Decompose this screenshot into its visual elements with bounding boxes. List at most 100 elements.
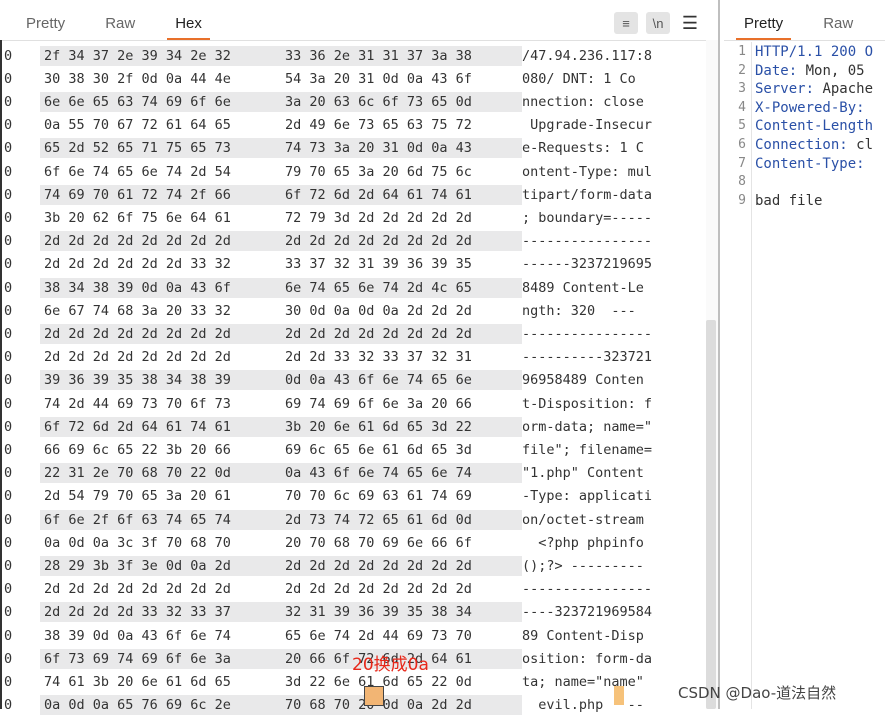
hex-bytes[interactable]: 6f 6e 74 65 6e 74 2d 54 79 70 65 3a 20 6d…	[40, 162, 522, 182]
tab-response-pretty[interactable]: Pretty	[724, 15, 803, 40]
hex-group-1[interactable]: 3b 20 62 6f 75 6e 64 61	[44, 210, 231, 226]
ascii-text[interactable]: e-Requests: 1 C	[522, 140, 644, 156]
hex-bytes[interactable]: 74 61 3b 20 6e 61 6d 65 3d 22 6e 61 6d 65…	[40, 672, 522, 692]
ascii-text[interactable]: evil.php --	[522, 697, 644, 713]
hex-group-2[interactable]: 2d 49 6e 73 65 63 75 72	[285, 117, 472, 133]
hex-group-1[interactable]: 38 34 38 39 0d 0a 43 6f	[44, 280, 231, 296]
hex-group-1[interactable]: 6f 73 69 74 69 6f 6e 3a	[44, 651, 231, 667]
hex-group-2[interactable]: 6f 72 6d 2d 64 61 74 61	[285, 187, 472, 203]
hex-group-1[interactable]: 2d 2d 2d 2d 2d 2d 2d 2d	[44, 233, 231, 249]
hex-group-2[interactable]: 2d 2d 33 32 33 37 32 31	[285, 349, 472, 365]
hex-editor[interactable]: 0 2f 34 37 2e 39 34 2e 32 33 36 2e 31 31 3…	[0, 40, 710, 716]
ascii-text[interactable]: ta; name="name"	[522, 674, 644, 690]
hex-bytes[interactable]: 6f 73 69 74 69 6f 6e 3a 20 66 6f 72 6d 2d…	[40, 648, 522, 669]
hex-group-1[interactable]: 2d 54 79 70 65 3a 20 61	[44, 488, 231, 504]
ascii-text[interactable]: ; boundary=-----	[522, 210, 652, 226]
hex-group-1[interactable]: 2d 2d 2d 2d 2d 2d 2d 2d	[44, 349, 231, 365]
hex-group-1[interactable]: 28 29 3b 3f 3e 0d 0a 2d	[44, 558, 231, 574]
hex-group-1[interactable]: 0a 55 70 67 72 61 64 65	[44, 117, 231, 133]
ascii-text[interactable]: "1.php" Content	[522, 465, 644, 481]
hex-group-1[interactable]: 6e 6e 65 63 74 69 6f 6e	[44, 94, 231, 110]
ascii-text[interactable]: file"; filename=	[522, 442, 652, 458]
ascii-text[interactable]: ontent-Type: mul	[522, 164, 652, 180]
hex-bytes[interactable]: 65 2d 52 65 71 75 65 73 74 73 3a 20 31 0d…	[40, 138, 522, 159]
hex-bytes[interactable]: 2d 2d 2d 2d 33 32 33 37 32 31 39 36 39 35…	[40, 602, 522, 623]
hex-bytes[interactable]: 22 31 2e 70 68 70 22 0d 0a 43 6f 6e 74 65…	[40, 463, 522, 484]
hex-group-1[interactable]: 0a 0d 0a 3c 3f 70 68 70	[44, 535, 231, 551]
hex-bytes[interactable]: 6e 67 74 68 3a 20 33 32 30 0d 0a 0d 0a 2d…	[40, 301, 522, 321]
ascii-text[interactable]: <?php phpinfo	[522, 535, 644, 551]
hex-group-1[interactable]: 2d 2d 2d 2d 33 32 33 37	[44, 604, 231, 620]
hex-group-2[interactable]: 6e 74 65 6e 74 2d 4c 65	[285, 280, 472, 296]
hex-bytes[interactable]: 39 36 39 35 38 34 38 39 0d 0a 43 6f 6e 74…	[40, 370, 522, 391]
hex-group-2[interactable]: 2d 73 74 72 65 61 6d 0d	[285, 512, 472, 528]
hex-bytes[interactable]: 28 29 3b 3f 3e 0d 0a 2d 2d 2d 2d 2d 2d 2d…	[40, 555, 522, 576]
ascii-text[interactable]: ();?> ---------	[522, 558, 644, 574]
hex-bytes[interactable]: 30 38 30 2f 0d 0a 44 4e 54 3a 20 31 0d 0a…	[40, 69, 522, 89]
show-newlines-button[interactable]: \n	[646, 12, 670, 34]
ascii-text[interactable]: t-Disposition: f	[522, 396, 652, 412]
ascii-text[interactable]: ----------------	[522, 581, 652, 597]
hex-group-1[interactable]: 74 69 70 61 72 74 2f 66	[44, 187, 231, 203]
hex-group-2[interactable]: 65 6e 74 2d 44 69 73 70	[285, 628, 472, 644]
hex-group-1[interactable]: 66 69 6c 65 22 3b 20 66	[44, 442, 231, 458]
hex-bytes[interactable]: 74 69 70 61 72 74 2f 66 6f 72 6d 2d 64 61…	[40, 184, 522, 205]
hex-group-2[interactable]: 79 70 65 3a 20 6d 75 6c	[285, 164, 472, 180]
hex-group-2[interactable]: 70 70 6c 69 63 61 74 69	[285, 488, 472, 504]
hex-group-1[interactable]: 0a 0d 0a 65 76 69 6c 2e	[44, 697, 231, 713]
hex-bytes[interactable]: 0a 55 70 67 72 61 64 65 2d 49 6e 73 65 63…	[40, 115, 522, 135]
hex-group-1[interactable]: 2d 2d 2d 2d 2d 2d 2d 2d	[44, 326, 231, 342]
tab-pretty[interactable]: Pretty	[6, 15, 85, 40]
hex-group-1[interactable]: 6f 6e 74 65 6e 74 2d 54	[44, 164, 231, 180]
hex-group-2[interactable]: 2d 2d 2d 2d 2d 2d 2d 2d	[285, 558, 472, 574]
ascii-text[interactable]: osition: form-da	[522, 651, 652, 667]
hex-group-2[interactable]: 20 70 68 70 69 6e 66 6f	[285, 535, 472, 551]
ascii-text[interactable]: -Type: applicati	[522, 488, 652, 504]
hex-group-1[interactable]: 30 38 30 2f 0d 0a 44 4e	[44, 71, 231, 87]
hex-bytes[interactable]: 6e 6e 65 63 74 69 6f 6e 3a 20 63 6c 6f 73…	[40, 91, 522, 112]
hex-group-2[interactable]: 0a 43 6f 6e 74 65 6e 74	[285, 465, 472, 481]
hex-group-2[interactable]: 2d 2d 2d 2d 2d 2d 2d 2d	[285, 581, 472, 597]
hex-group-2[interactable]: 32 31 39 36 39 35 38 34	[285, 604, 472, 620]
tab-raw[interactable]: Raw	[85, 15, 155, 40]
hex-group-2[interactable]: 54 3a 20 31 0d 0a 43 6f	[285, 71, 472, 87]
hex-group-2[interactable]: 3a 20 63 6c 6f 73 65 0d	[285, 94, 472, 110]
hex-bytes[interactable]: 2f 34 37 2e 39 34 2e 32 33 36 2e 31 31 37…	[40, 45, 522, 66]
hex-bytes[interactable]: 2d 2d 2d 2d 2d 2d 2d 2d 2d 2d 33 32 33 37…	[40, 347, 522, 367]
hex-group-2[interactable]: 33 37 32 31 39 36 39 35	[285, 256, 472, 272]
hex-bytes[interactable]: 6f 72 6d 2d 64 61 74 61 3b 20 6e 61 6d 65…	[40, 416, 522, 437]
hex-group-1[interactable]: 74 2d 44 69 73 70 6f 73	[44, 396, 231, 412]
hex-group-1[interactable]: 2d 2d 2d 2d 2d 2d 2d 2d	[44, 581, 231, 597]
hex-group-1[interactable]: 2d 2d 2d 2d 2d 2d 33 32	[44, 256, 231, 272]
hex-group-2[interactable]: 33 36 2e 31 31 37 3a 38	[285, 48, 472, 64]
ascii-text[interactable]: ----323721969584	[522, 604, 652, 620]
hex-group-2[interactable]: 2d 2d 2d 2d 2d 2d 2d 2d	[285, 326, 472, 342]
ascii-text[interactable]: tipart/form-data	[522, 187, 652, 203]
hex-group-1[interactable]: 74 61 3b 20 6e 61 6d 65	[44, 674, 231, 690]
ascii-text[interactable]: ngth: 320 ---	[522, 303, 636, 319]
hex-bytes[interactable]: 2d 2d 2d 2d 2d 2d 2d 2d 2d 2d 2d 2d 2d 2d…	[40, 231, 522, 252]
hex-group-2[interactable]: 74 73 3a 20 31 0d 0a 43	[285, 140, 472, 156]
hex-group-1[interactable]: 6f 72 6d 2d 64 61 74 61	[44, 419, 231, 435]
hex-group-1[interactable]: 65 2d 52 65 71 75 65 73	[44, 140, 231, 156]
hex-bytes[interactable]: 6f 6e 2f 6f 63 74 65 74 2d 73 74 72 65 61…	[40, 509, 522, 530]
hex-bytes[interactable]: 38 34 38 39 0d 0a 43 6f 6e 74 65 6e 74 2d…	[40, 277, 522, 298]
hex-group-1[interactable]: 2f 34 37 2e 39 34 2e 32	[44, 48, 231, 64]
hex-group-1[interactable]: 39 36 39 35 38 34 38 39	[44, 372, 231, 388]
ascii-text[interactable]: 080/ DNT: 1 Co	[522, 71, 636, 87]
hex-bytes[interactable]: 2d 2d 2d 2d 2d 2d 2d 2d 2d 2d 2d 2d 2d 2d…	[40, 579, 522, 599]
scrollbar-thumb[interactable]	[706, 320, 716, 709]
ascii-text[interactable]: ----------------	[522, 233, 652, 249]
hex-bytes[interactable]: 38 39 0d 0a 43 6f 6e 74 65 6e 74 2d 44 69…	[40, 626, 522, 646]
hex-bytes[interactable]: 74 2d 44 69 73 70 6f 73 69 74 69 6f 6e 3a…	[40, 394, 522, 414]
ascii-text[interactable]: Upgrade-Insecur	[522, 117, 652, 133]
hex-bytes[interactable]: 0a 0d 0a 3c 3f 70 68 70 20 70 68 70 69 6e…	[40, 533, 522, 553]
menu-icon[interactable]: ☰	[678, 12, 702, 34]
hex-bytes[interactable]: 2d 2d 2d 2d 2d 2d 2d 2d 2d 2d 2d 2d 2d 2d…	[40, 323, 522, 344]
hex-bytes[interactable]: 2d 2d 2d 2d 2d 2d 33 32 33 37 32 31 39 36…	[40, 254, 522, 274]
hex-group-2[interactable]: 72 79 3d 2d 2d 2d 2d 2d	[285, 210, 472, 226]
ascii-text[interactable]: nnection: close	[522, 94, 644, 110]
ascii-text[interactable]: 89 Content-Disp	[522, 628, 644, 644]
hex-group-2[interactable]: 2d 2d 2d 2d 2d 2d 2d 2d	[285, 233, 472, 249]
ascii-text[interactable]: ----------323721	[522, 349, 652, 365]
